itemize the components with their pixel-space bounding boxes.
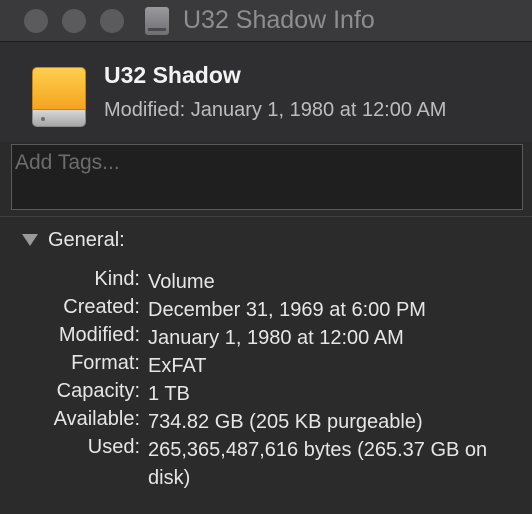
info-header xyxy=(0,42,532,142)
info-label: Capacity: xyxy=(56,380,140,402)
disclosure-triangle-icon[interactable] xyxy=(22,234,38,246)
window-title: U32 Shadow Info xyxy=(183,6,375,34)
info-label: Created: xyxy=(63,296,140,318)
close-button[interactable] xyxy=(24,9,48,33)
external-drive-icon xyxy=(32,67,86,127)
drive-title-icon xyxy=(145,7,169,35)
divider xyxy=(0,216,532,217)
info-value: 265,365,487,616 bytes (265.37 GB on disk… xyxy=(148,439,488,489)
title-bar: U32 Shadow Info xyxy=(0,0,532,42)
tags-placeholder: Add Tags... xyxy=(15,151,120,174)
info-label: Modified: xyxy=(58,324,140,346)
info-value: January 1, 1980 at 12:00 AM xyxy=(148,327,404,349)
info-value: ExFAT xyxy=(148,355,207,377)
info-label: Available: xyxy=(53,408,140,430)
info-value: 1 TB xyxy=(148,383,190,405)
modified-summary: Modified: January 1, 1980 at 12:00 AM xyxy=(104,99,447,121)
info-value: 734.82 GB (205 KB purgeable) xyxy=(148,411,423,433)
general-section-title: General: xyxy=(48,229,125,251)
info-label: Used: xyxy=(87,436,140,458)
tags-field[interactable]: Add Tags... xyxy=(11,144,523,210)
zoom-button[interactable] xyxy=(100,9,124,33)
minimize-button[interactable] xyxy=(62,9,86,33)
info-value: Volume xyxy=(148,271,215,293)
item-name: U32 Shadow xyxy=(104,62,241,88)
info-value: December 31, 1969 at 6:00 PM xyxy=(148,299,426,321)
info-label: Format: xyxy=(71,352,140,374)
info-label: Kind: xyxy=(94,268,140,290)
